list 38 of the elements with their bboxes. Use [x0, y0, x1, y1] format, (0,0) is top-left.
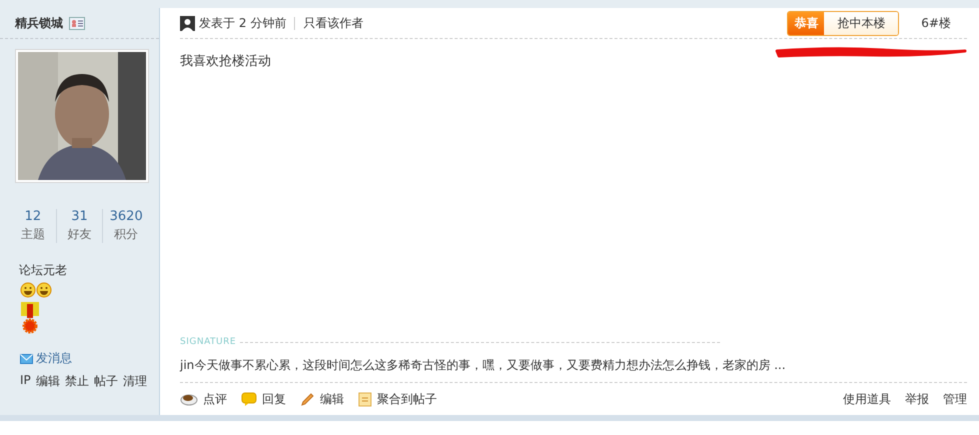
- user-avatar-icon: [180, 16, 195, 30]
- signature-text: jin今天做事不累心累，这段时间怎么这多稀奇古怪的事，嘿，又要做事，又要费精力想办法怎么挣钱，老家的房 ...: [180, 357, 967, 383]
- smiley-icons: [20, 282, 52, 298]
- post-content: 我喜欢抢楼活动: [180, 53, 272, 70]
- stat-label: 主题: [20, 226, 46, 243]
- stat-value[interactable]: 3620: [103, 209, 150, 224]
- admin-link[interactable]: IP: [20, 373, 31, 390]
- document-icon: [358, 392, 372, 406]
- coffee-cup-icon: [180, 392, 198, 406]
- admin-link[interactable]: 禁止: [64, 373, 89, 390]
- comment-button[interactable]: 点评: [180, 390, 227, 408]
- signature-heading: SIGNATURE: [180, 337, 236, 347]
- action-link[interactable]: 使用道具: [843, 390, 891, 408]
- send-message-link[interactable]: 发消息: [36, 350, 72, 367]
- post-time: 发表于 2 分钟前: [199, 14, 286, 32]
- envelope-icon[interactable]: [20, 354, 33, 364]
- floor-number: 6#楼: [921, 14, 951, 32]
- rank-title: 论坛元老: [19, 262, 68, 279]
- admin-link[interactable]: 帖子: [94, 373, 118, 390]
- pencil-icon: [300, 392, 315, 406]
- stat-label: 积分: [113, 226, 140, 243]
- profile-card-icon[interactable]: [69, 16, 85, 30]
- badge-prefix: 恭喜: [788, 12, 824, 34]
- admin-link[interactable]: 清理: [122, 373, 147, 390]
- action-link[interactable]: 管理: [943, 390, 967, 408]
- stat-value[interactable]: 12: [10, 209, 56, 224]
- author-only-link[interactable]: 只看该作者: [303, 14, 364, 32]
- author-name[interactable]: 精兵锁城: [15, 14, 63, 32]
- speech-bubble-icon: [241, 392, 257, 406]
- stat-value[interactable]: 31: [56, 209, 102, 224]
- reply-button[interactable]: 回复: [241, 390, 286, 408]
- stat-label: 好友: [66, 226, 92, 243]
- admin-link[interactable]: 编辑: [36, 373, 60, 390]
- action-link[interactable]: 举报: [905, 390, 929, 408]
- medal-icon: [20, 302, 40, 334]
- badge-text: 抢中本楼: [824, 12, 898, 34]
- merge-button[interactable]: 聚合到帖子: [358, 390, 437, 408]
- edit-button[interactable]: 编辑: [300, 390, 344, 408]
